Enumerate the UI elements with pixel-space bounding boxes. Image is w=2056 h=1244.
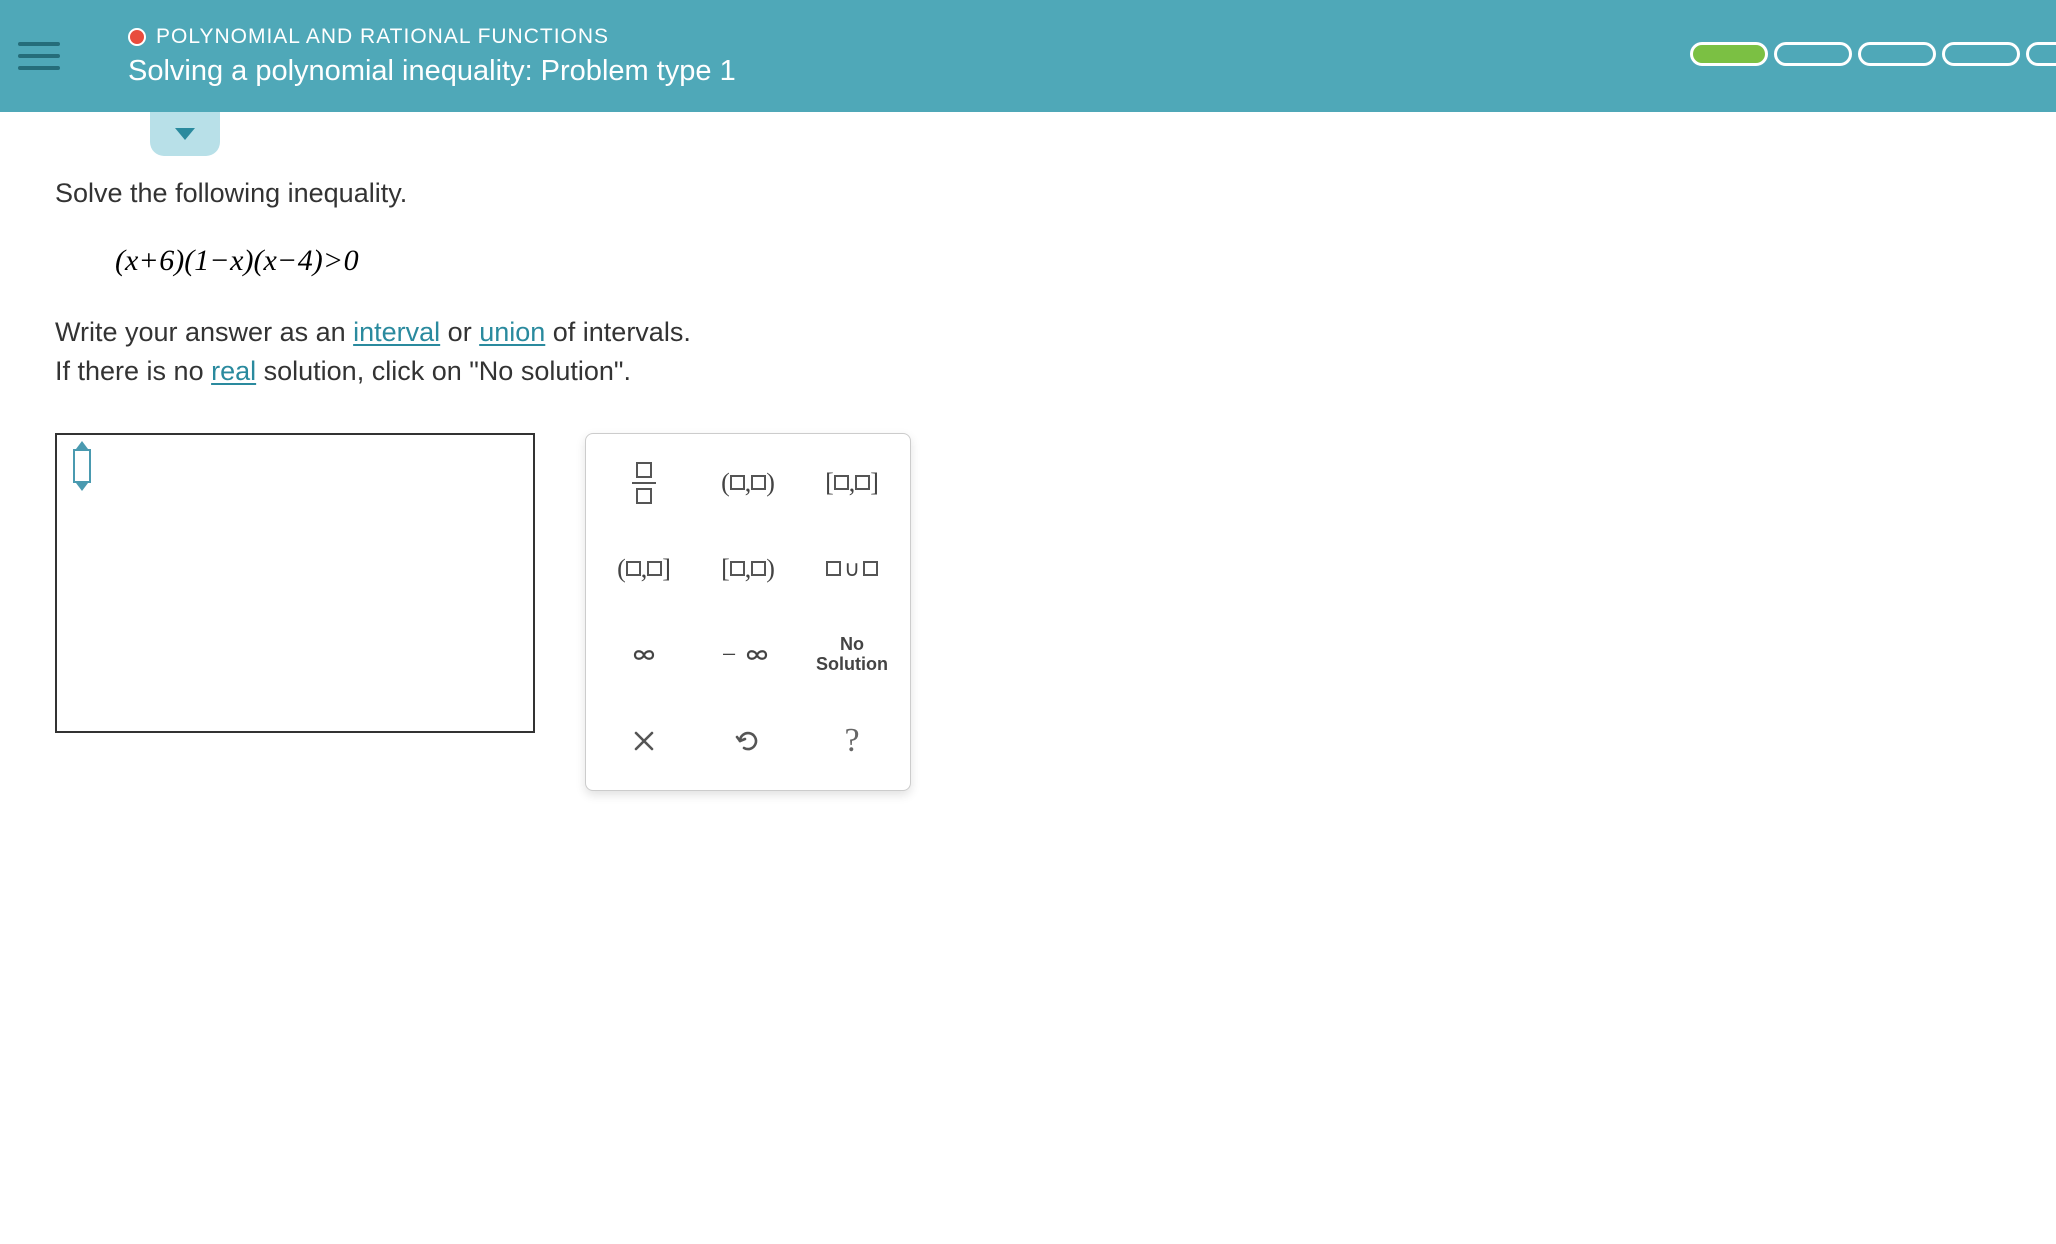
expand-tab[interactable] — [150, 112, 220, 156]
instr2-post: solution, click on "No solution". — [256, 356, 631, 386]
key-clear[interactable] — [594, 700, 694, 782]
key-undo[interactable] — [698, 700, 798, 782]
link-union[interactable]: union — [479, 317, 545, 347]
key-fraction[interactable] — [594, 442, 694, 524]
category-label: POLYNOMIAL AND RATIONAL FUNCTIONS — [156, 25, 609, 49]
key-no-solution[interactable]: NoSolution — [802, 614, 902, 696]
equation: (x+6)(1−x)(x−4)>0 — [115, 239, 2001, 283]
problem-prompt: Solve the following inequality. — [55, 174, 2001, 213]
progress-seg-2 — [1774, 42, 1852, 66]
key-closed-open[interactable]: [,) — [698, 528, 798, 610]
menu-icon[interactable] — [18, 31, 68, 81]
key-infinity[interactable] — [594, 614, 694, 696]
link-interval[interactable]: interval — [353, 317, 440, 347]
instr2-pre: If there is no — [55, 356, 211, 386]
record-icon — [128, 28, 146, 46]
instructions: Write your answer as an interval or unio… — [55, 313, 2001, 391]
key-neg-infinity[interactable]: − — [698, 614, 798, 696]
key-help[interactable]: ? — [802, 700, 902, 782]
key-open-closed[interactable]: (,] — [594, 528, 694, 610]
instr-mid2: of intervals. — [545, 317, 691, 347]
progress-seg-3 — [1858, 42, 1936, 66]
question-icon: ? — [844, 722, 859, 760]
progress-bar — [1690, 42, 2056, 66]
no-sol-l2: Solution — [816, 654, 888, 674]
chevron-down-icon — [175, 128, 195, 140]
keypad: (,) [,] (,] [,) ∪ − NoSolution ? — [585, 433, 911, 791]
text-cursor-icon — [73, 449, 91, 483]
key-union[interactable]: ∪ — [802, 528, 902, 610]
progress-seg-4 — [1942, 42, 2020, 66]
no-sol-l1: No — [840, 634, 864, 654]
key-open-open[interactable]: (,) — [698, 442, 798, 524]
instr-pre: Write your answer as an — [55, 317, 353, 347]
answer-input[interactable] — [55, 433, 535, 733]
link-real[interactable]: real — [211, 356, 256, 386]
progress-seg-1 — [1690, 42, 1768, 66]
progress-seg-5 — [2026, 42, 2056, 66]
instr-mid1: or — [440, 317, 479, 347]
app-header: POLYNOMIAL AND RATIONAL FUNCTIONS Solvin… — [0, 0, 2056, 112]
x-icon — [632, 729, 656, 753]
undo-icon — [734, 727, 762, 755]
key-closed-closed[interactable]: [,] — [802, 442, 902, 524]
